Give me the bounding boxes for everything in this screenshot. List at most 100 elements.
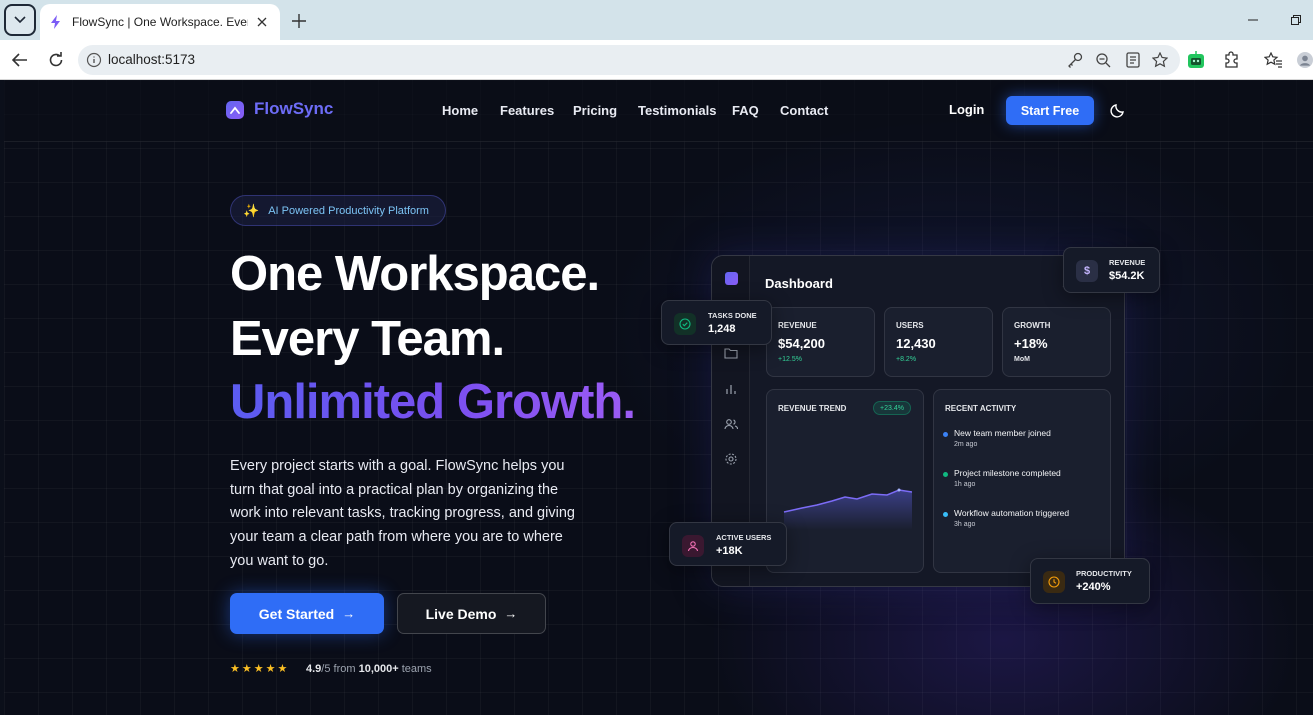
reader-mode-icon[interactable] [1124,51,1142,69]
rating-teams: 10,000+ [358,663,399,675]
kpi-value: $54,200 [778,336,825,351]
rating-stars: ★★★★★ [230,663,290,675]
live-demo-button[interactable]: Live Demo → [397,593,546,634]
float-value: +18K [716,545,743,557]
clock-icon [1043,571,1065,593]
badge-text: AI Powered Productivity Platform [268,204,429,217]
extension-robot-icon[interactable] [1186,50,1206,70]
float-value: $54.2K [1109,270,1145,282]
float-label: PRODUCTIVITY [1076,569,1132,578]
kpi-value: 12,430 [896,336,936,351]
kpi-change: +8.2% [896,356,917,363]
chevron-down-icon [14,16,26,24]
close-tab-button[interactable] [254,14,270,30]
dashboard-logo-icon [725,272,738,285]
rating-suffix: teams [398,663,432,675]
url-text: localhost:5173 [108,52,196,67]
nav-link-home[interactable]: Home [442,103,478,118]
kpi-card-revenue: REVENUE $54,200 +12.5% [766,307,875,377]
reload-icon [49,52,63,67]
activity-title: New team member joined [954,428,1051,438]
arrow-left-icon [12,53,27,67]
nav-link-features[interactable]: Features [500,103,554,118]
tab-search-button[interactable] [4,4,36,36]
tab-title: FlowSync | One Workspace. Every [72,15,248,29]
login-link[interactable]: Login [949,102,984,117]
nav-link-testimonials[interactable]: Testimonials [638,103,717,118]
float-label: ACTIVE USERS [716,533,772,542]
start-free-button[interactable]: Start Free [1006,96,1094,125]
activity-item: New team member joined 2m ago [943,428,1051,448]
key-icon[interactable] [1066,51,1084,69]
rating-rest: /5 from [321,663,359,675]
plus-icon [292,14,306,28]
bar-chart-icon [726,385,736,394]
restore-button[interactable] [1288,12,1304,28]
back-button[interactable] [8,48,32,72]
live-demo-label: Live Demo [425,605,497,622]
productivity-float-card: PRODUCTIVITY +240% [1030,558,1150,604]
gear-icon [725,453,737,465]
star-icon[interactable] [1151,51,1169,69]
arrow-right-icon: → [504,606,518,621]
panel-title: RECENT ACTIVITY [945,404,1017,413]
reload-button[interactable] [44,48,68,72]
info-icon[interactable] [86,52,102,68]
trend-change-badge: +23.4% [873,401,911,415]
moon-icon[interactable] [1110,102,1126,118]
nav-link-contact[interactable]: Contact [780,103,828,118]
close-icon [257,17,267,27]
kpi-value: +18% [1014,336,1048,351]
kpi-label: REVENUE [778,321,817,330]
activity-time: 2m ago [954,441,978,448]
get-started-button[interactable]: Get Started → [230,593,384,634]
activity-time: 3h ago [954,521,976,528]
browser-tab[interactable]: FlowSync | One Workspace. Every [40,4,280,40]
profile-avatar[interactable] [1297,50,1313,70]
headline-line-1: One Workspace. [230,247,600,301]
site-navbar: FlowSync Home Features Pricing Testimoni… [4,80,1313,142]
kpi-change: +12.5% [778,356,802,363]
favorites-icon[interactable] [1263,50,1283,70]
revenue-trend-sparkline [783,488,912,530]
zoom-icon[interactable] [1094,51,1112,69]
float-label: REVENUE [1109,258,1146,267]
logo-icon[interactable] [226,101,244,119]
web-page: FlowSync Home Features Pricing Testimoni… [4,80,1313,715]
float-value: +240% [1076,581,1111,593]
browser-toolbar: localhost:5173 [0,40,1313,80]
kpi-label: GROWTH [1014,321,1051,330]
activity-dot [943,472,948,477]
kpi-change: MoM [1014,356,1030,363]
brand-name[interactable]: FlowSync [254,99,333,119]
address-bar[interactable]: localhost:5173 [78,45,1180,75]
users-icon [682,535,704,557]
minimize-button[interactable] [1245,12,1261,28]
activity-title: Project milestone completed [954,468,1061,478]
tasks-float-card: TASKS DONE 1,248 [661,300,772,345]
folder-icon [724,348,738,359]
kpi-card-users: USERS 12,430 +8.2% [884,307,993,377]
revenue-float-card: $ REVENUE $54.2K [1063,247,1160,293]
dollar-icon: $ [1076,260,1098,282]
kpi-card-growth: GROWTH +18% MoM [1002,307,1111,377]
dashboard-title: Dashboard [765,276,833,291]
sparkles-icon: ✨ [243,202,260,218]
check-circle-icon [674,313,696,335]
activity-dot [943,432,948,437]
float-label: TASKS DONE [708,311,757,320]
panel-title: REVENUE TREND [778,404,847,413]
lightning-icon [51,15,60,29]
nav-link-faq[interactable]: FAQ [732,103,759,118]
recent-activity-panel: RECENT ACTIVITY New team member joined 2… [933,389,1111,573]
rating-score: 4.9 [306,663,322,675]
rating-text: 4.9/5 from 10,000+ teams [306,663,432,675]
extensions-puzzle-icon[interactable] [1222,50,1242,70]
activity-item: Workflow automation triggered 3h ago [943,508,1070,528]
new-tab-button[interactable] [288,10,310,32]
activity-title: Workflow automation triggered [954,508,1070,518]
nav-link-pricing[interactable]: Pricing [573,103,617,118]
platform-badge: ✨ AI Powered Productivity Platform [230,195,446,226]
activity-dot [943,512,948,517]
headline-line-2: Every Team. [230,312,505,366]
